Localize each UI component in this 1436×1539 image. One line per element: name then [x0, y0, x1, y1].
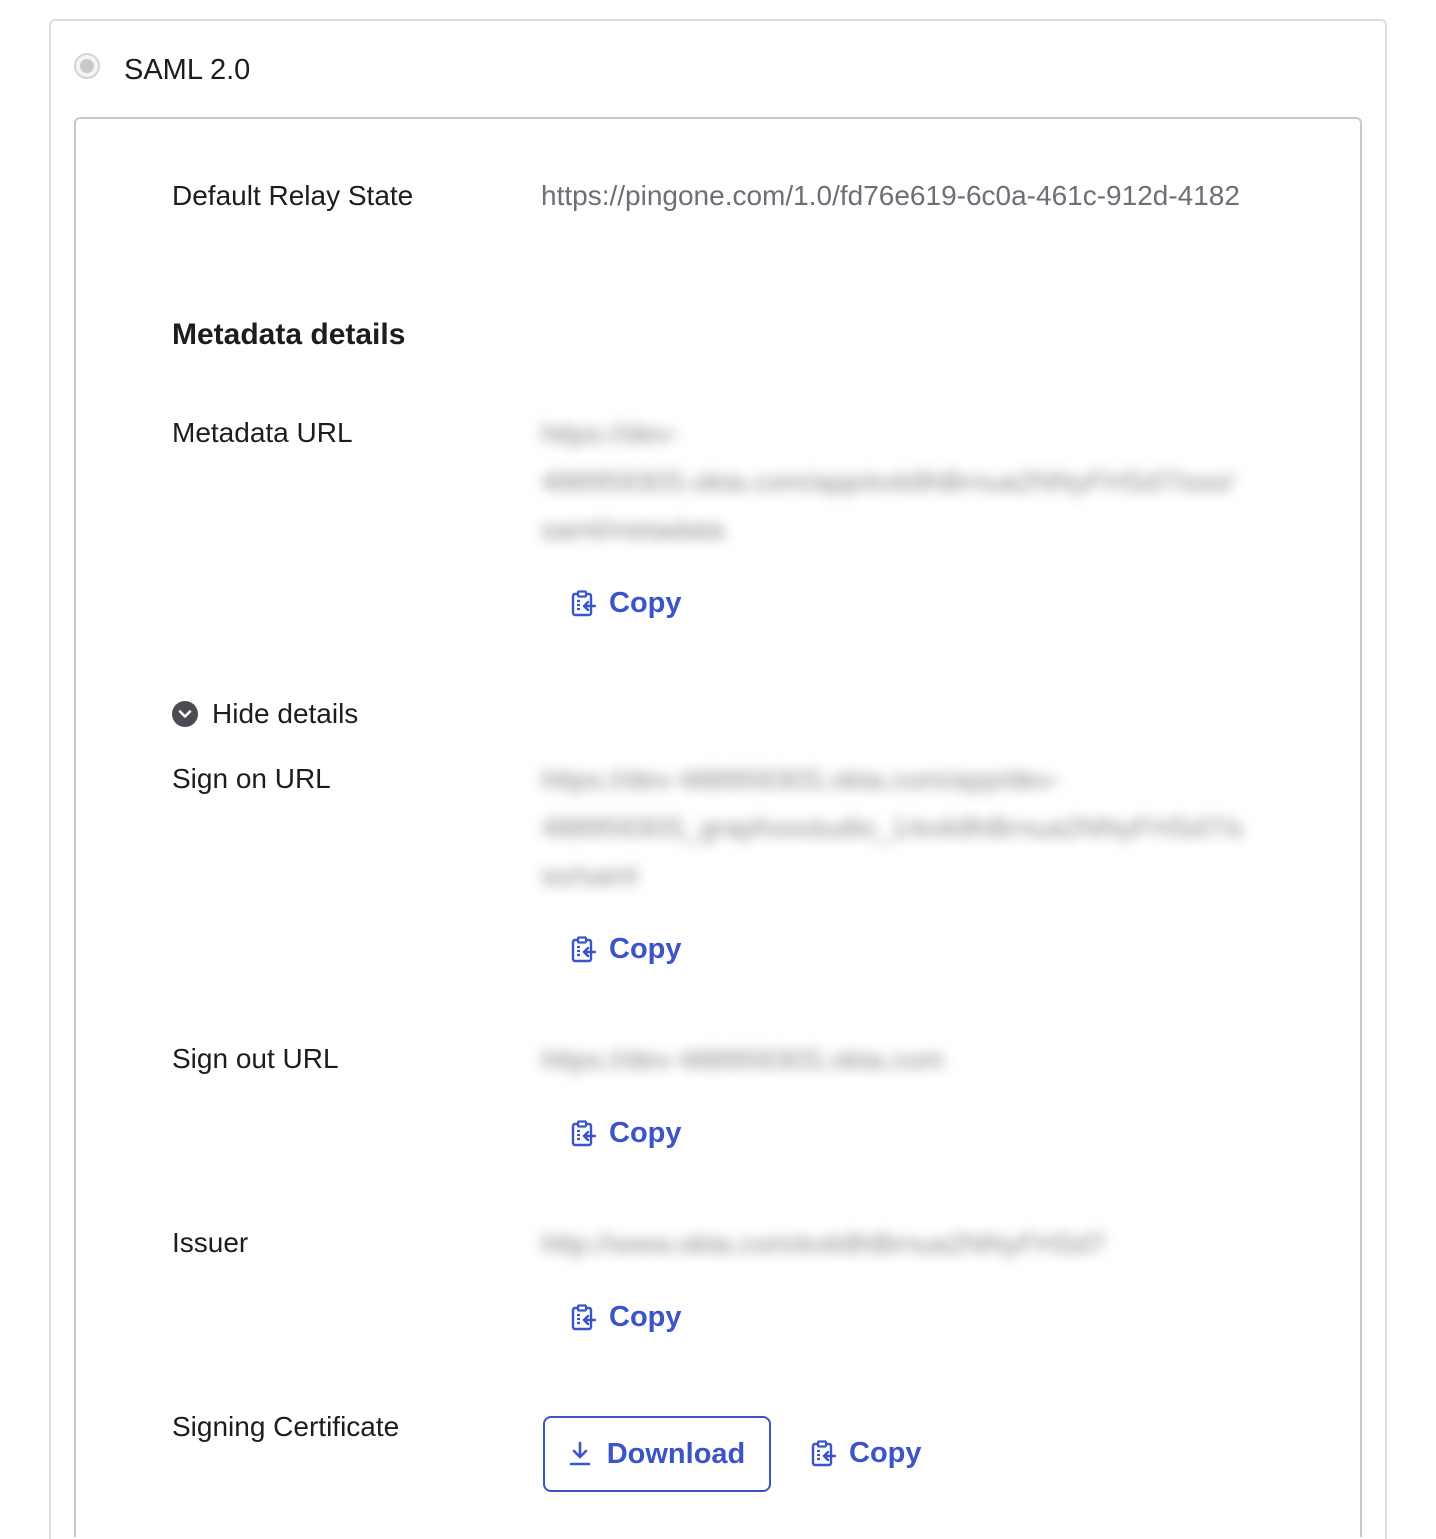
- clipboard-copy-icon: [571, 935, 596, 962]
- sign-out-url-line: https://dev-48895930S.okta.com: [541, 1044, 945, 1075]
- saml-radio-button[interactable]: [74, 53, 100, 79]
- sign-on-url-line: https://dev-48895930S.okta.com/app/dev-: [541, 764, 1061, 795]
- sign-out-url-value: https://dev-48895930S.okta.com: [541, 1036, 944, 1084]
- relay-state-value: https://pingone.com/1.0/fd76e619-6c0a-46…: [541, 180, 1240, 211]
- copy-sign-out-url-button[interactable]: Copy: [570, 1117, 682, 1150]
- clipboard-copy-icon: [571, 1119, 596, 1146]
- copy-issuer-button[interactable]: Copy: [570, 1301, 682, 1334]
- hide-details-label: Hide details: [212, 698, 359, 729]
- copy-label: Copy: [609, 1301, 682, 1333]
- signing-certificate-label: Signing Certificate: [172, 1411, 400, 1442]
- sign-out-url-label: Sign out URL: [172, 1043, 339, 1074]
- metadata-url-line: 48895930S.okta.com/app/exk8hBrnua2NNyFHS…: [541, 466, 1234, 497]
- copy-label: Copy: [609, 587, 682, 619]
- sign-on-url-label: Sign on URL: [172, 763, 331, 794]
- metadata-details-heading: Metadata details: [172, 318, 406, 351]
- hide-details-toggle[interactable]: Hide details: [172, 698, 358, 730]
- sign-on-url-value: https://dev-48895930S.okta.com/app/dev- …: [541, 756, 1243, 900]
- sign-on-url-line: so/saml: [541, 860, 638, 891]
- issuer-label: Issuer: [172, 1227, 249, 1258]
- metadata-url-line: https://dev-: [541, 418, 680, 449]
- copy-certificate-button[interactable]: Copy: [810, 1437, 922, 1470]
- issuer-value: http://www.okta.com/exk8hBrnua2NNyFHSd7: [541, 1220, 1106, 1268]
- metadata-url-value: https://dev- 48895930S.okta.com/app/exk8…: [541, 410, 1234, 554]
- issuer-line: http://www.okta.com/exk8hBrnua2NNyFHSd7: [541, 1228, 1106, 1259]
- radio-dot: [80, 59, 94, 73]
- metadata-url-label: Metadata URL: [172, 417, 353, 448]
- metadata-url-line: saml/metadata: [541, 514, 725, 545]
- saml-radio-option[interactable]: SAML 2.0: [74, 53, 250, 86]
- copy-label: Copy: [609, 933, 682, 965]
- download-label: Download: [606, 1437, 746, 1470]
- saml-radio-label: SAML 2.0: [124, 54, 251, 86]
- clipboard-copy-icon: [811, 1439, 836, 1466]
- relay-state-label: Default Relay State: [172, 180, 414, 211]
- download-certificate-button[interactable]: Download: [543, 1416, 771, 1492]
- copy-label: Copy: [849, 1437, 922, 1469]
- clipboard-copy-icon: [571, 589, 596, 616]
- clipboard-copy-icon: [571, 1303, 596, 1330]
- chevron-down-icon: [172, 701, 198, 727]
- copy-metadata-url-button[interactable]: Copy: [570, 587, 682, 620]
- sign-on-url-line: 48895930S_graphosstudio_1/exk8hBrnua2NNy…: [541, 812, 1244, 843]
- download-icon: [569, 1441, 591, 1466]
- copy-label: Copy: [609, 1117, 682, 1149]
- copy-sign-on-url-button[interactable]: Copy: [570, 933, 682, 966]
